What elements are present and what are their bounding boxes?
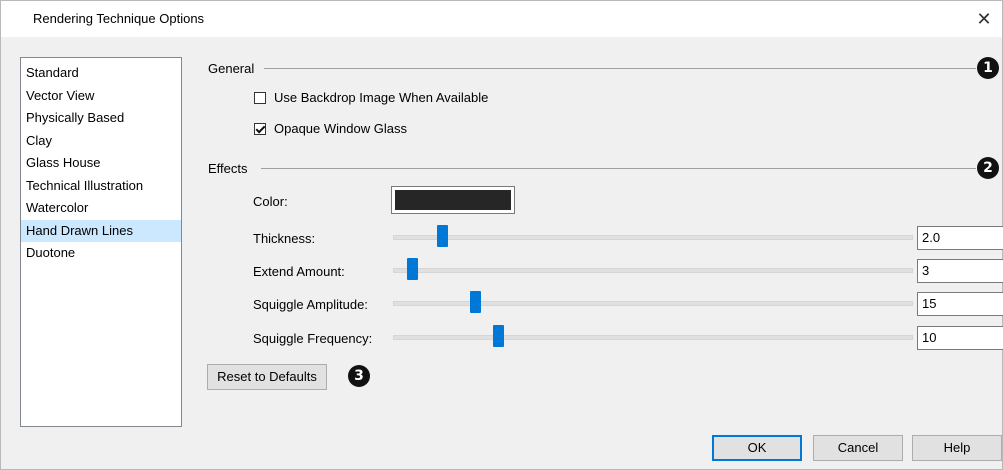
squiggle-frequency-input[interactable]: 10: [917, 326, 1003, 350]
extend-amount-slider-thumb[interactable]: [407, 258, 418, 280]
thickness-slider-track[interactable]: [393, 235, 913, 240]
squiggle-frequency-slider-thumb[interactable]: [493, 325, 504, 347]
close-button[interactable]: ✕: [966, 1, 1002, 37]
squiggle-amplitude-label: Squiggle Amplitude:: [253, 297, 368, 312]
color-swatch-fill: [395, 190, 511, 210]
technique-list[interactable]: Standard Vector View Physically Based Cl…: [20, 57, 182, 427]
rendering-options-dialog: Rendering Technique Options ✕ Standard V…: [0, 0, 1003, 470]
use-backdrop-row[interactable]: Use Backdrop Image When Available: [254, 90, 488, 105]
effects-divider: [261, 168, 976, 169]
use-backdrop-label: Use Backdrop Image When Available: [274, 90, 489, 105]
reset-to-defaults-button[interactable]: Reset to Defaults: [207, 364, 327, 390]
opaque-glass-row[interactable]: Opaque Window Glass: [254, 121, 407, 136]
dialog-title: Rendering Technique Options: [33, 11, 205, 26]
squiggle-amplitude-input[interactable]: 15: [917, 292, 1003, 316]
technique-item-watercolor[interactable]: Watercolor: [21, 197, 181, 220]
callout-1-badge: 1: [977, 57, 999, 79]
effects-section-label: Effects: [208, 161, 248, 176]
technique-item-technical-illustration[interactable]: Technical Illustration: [21, 175, 181, 198]
technique-item-clay[interactable]: Clay: [21, 130, 181, 153]
use-backdrop-checkbox[interactable]: [254, 91, 266, 104]
technique-item-hand-drawn-lines[interactable]: Hand Drawn Lines: [21, 219, 181, 242]
squiggle-frequency-slider-track[interactable]: [393, 335, 913, 340]
close-icon: ✕: [976, 9, 992, 29]
extend-amount-label: Extend Amount:: [253, 264, 345, 279]
extend-amount-input[interactable]: 3: [917, 259, 1003, 283]
callout-3-badge: 3: [348, 365, 370, 387]
ok-button[interactable]: OK: [712, 435, 802, 461]
title-bar: Rendering Technique Options ✕: [1, 1, 1002, 37]
callout-2-badge: 2: [977, 157, 999, 179]
squiggle-amplitude-slider-thumb[interactable]: [470, 291, 481, 313]
technique-item-vector-view[interactable]: Vector View: [21, 85, 181, 108]
color-label: Color:: [253, 194, 288, 209]
thickness-slider-thumb[interactable]: [437, 225, 448, 247]
color-picker-button[interactable]: [391, 186, 515, 214]
help-button[interactable]: Help: [912, 435, 1002, 461]
technique-item-glass-house[interactable]: Glass House: [21, 152, 181, 175]
squiggle-frequency-label: Squiggle Frequency:: [253, 331, 373, 346]
opaque-glass-label: Opaque Window Glass: [274, 121, 407, 136]
thickness-label: Thickness:: [253, 231, 316, 246]
extend-amount-slider-track[interactable]: [393, 268, 913, 273]
technique-item-duotone[interactable]: Duotone: [21, 242, 181, 265]
opaque-glass-checkbox[interactable]: [254, 122, 266, 135]
technique-item-standard[interactable]: Standard: [21, 62, 181, 85]
general-section-label: General: [208, 61, 255, 76]
cancel-button[interactable]: Cancel: [813, 435, 903, 461]
general-divider: [264, 68, 976, 69]
technique-item-physically-based[interactable]: Physically Based: [21, 107, 181, 130]
thickness-input[interactable]: 2.0: [917, 226, 1003, 250]
